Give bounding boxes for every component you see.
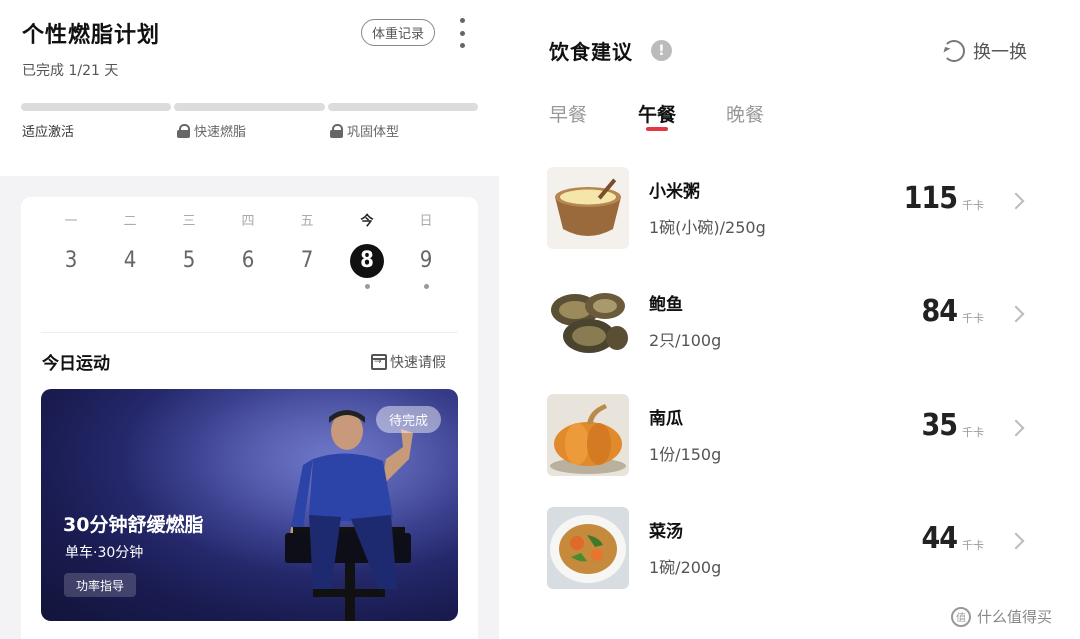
week-calendar: 一 3 二 4 三 5 四 6 五 7 今 8 日 9 — [41, 211, 458, 301]
workout-card[interactable]: 待完成 30分钟舒缓燃脂 单车·30分钟 功率指导 — [41, 389, 458, 621]
day-name: 三 — [182, 214, 196, 229]
day-mon[interactable]: 一 3 — [41, 211, 101, 278]
food-amount: 1份/150g — [649, 445, 722, 464]
vegetable-soup-image — [547, 507, 629, 589]
kcal-unit: 千卡 — [962, 539, 984, 552]
food-kcal: 44 — [921, 521, 958, 556]
food-kcal: 35 — [921, 408, 958, 443]
chevron-right-icon — [1007, 532, 1025, 550]
today-exercise-title: 今日运动 — [42, 354, 110, 374]
fat-burn-plan-panel: 个性燃脂计划 已完成 1/21 天 体重记录 适应激活 快速燃脂 巩固体型 一 … — [0, 0, 499, 639]
day-number: 8 — [350, 244, 384, 278]
swap-button[interactable]: 换一换 — [943, 38, 1027, 64]
food-name: 鲍鱼 — [649, 295, 683, 315]
food-kcal: 84 — [921, 294, 958, 329]
watermark-logo-icon: 值 — [951, 606, 971, 627]
stage-label: 快速燃脂 — [194, 125, 247, 140]
stage-label: 巩固体型 — [347, 125, 400, 140]
day-fri[interactable]: 五 7 — [277, 211, 337, 278]
refresh-icon — [943, 40, 965, 62]
activity-dot — [364, 284, 370, 289]
divider — [41, 332, 458, 333]
calendar-icon — [371, 354, 387, 370]
day-name: 五 — [300, 214, 314, 229]
day-name: 日 — [419, 214, 433, 229]
stage-consolidate[interactable]: 巩固体型 — [330, 121, 399, 140]
diet-title: 饮食建议 — [549, 40, 633, 64]
food-name: 小米粥 — [649, 182, 700, 202]
workout-meta: 单车·30分钟 — [65, 545, 144, 561]
power-guide-tag: 功率指导 — [64, 573, 137, 597]
day-wed[interactable]: 三 5 — [159, 211, 219, 278]
stage-bar — [21, 103, 172, 111]
day-name: 今 — [360, 214, 374, 229]
workout-name: 30分钟舒缓燃脂 — [63, 514, 204, 536]
activity-dot — [423, 284, 429, 289]
tab-lunch[interactable]: 午餐 — [638, 100, 676, 127]
plan-title: 个性燃脂计划 — [22, 23, 161, 48]
chevron-right-icon — [1007, 305, 1025, 323]
food-item[interactable]: 南瓜 1份/150g 35 千卡 — [547, 394, 1047, 476]
kcal-unit: 千卡 — [962, 199, 984, 212]
stage-labels: 适应激活 快速燃脂 巩固体型 — [22, 121, 482, 141]
plan-header: 个性燃脂计划 已完成 1/21 天 体重记录 适应激活 快速燃脂 巩固体型 — [0, 0, 499, 176]
day-number: 4 — [123, 248, 137, 273]
tab-breakfast[interactable]: 早餐 — [549, 100, 587, 127]
diet-panel: 饮食建议 ! 换一换 早餐 午餐 晚餐 小米粥 1碗(小碗)/250g 115 … — [499, 0, 1080, 639]
day-sun[interactable]: 日 9 — [396, 211, 456, 289]
lock-icon — [330, 123, 343, 138]
daily-card: 一 3 二 4 三 5 四 6 五 7 今 8 日 9 今日运动 → 快速请假 … — [21, 197, 478, 639]
tab-dinner[interactable]: 晚餐 — [726, 100, 764, 127]
food-item[interactable]: 菜汤 1碗/200g 44 千卡 — [547, 507, 1047, 589]
quick-leave-button[interactable]: 快速请假 — [371, 352, 446, 372]
plan-progress: 已完成 1/21 天 — [22, 63, 119, 79]
chevron-right-icon — [1007, 192, 1025, 210]
day-number: 5 — [182, 248, 196, 273]
swap-label: 换一换 — [973, 42, 1027, 63]
weight-record-button[interactable]: 体重记录 — [361, 19, 435, 46]
day-number: 6 — [241, 248, 255, 273]
day-number: 9 — [419, 248, 433, 273]
day-name: 二 — [123, 214, 137, 229]
day-number: 7 — [300, 248, 314, 273]
day-thu[interactable]: 四 6 — [218, 211, 278, 278]
watermark: 值 什么值得买 — [951, 606, 1052, 627]
stage-fast-burn[interactable]: 快速燃脂 — [177, 121, 246, 140]
stage-progress-bars — [21, 103, 478, 111]
quick-leave-label: 快速请假 — [390, 355, 446, 371]
food-amount: 2只/100g — [649, 331, 722, 350]
pumpkin-image — [547, 394, 629, 476]
status-badge: 待完成 — [376, 406, 441, 433]
abalone-image — [547, 280, 629, 362]
day-today[interactable]: 今 8 — [337, 211, 397, 289]
food-amount: 1碗/200g — [649, 558, 722, 577]
food-item[interactable]: 小米粥 1碗(小碗)/250g 115 千卡 — [547, 167, 1047, 249]
lock-icon — [177, 123, 190, 138]
millet-porridge-image — [547, 167, 629, 249]
more-options-icon[interactable] — [456, 18, 468, 48]
day-name: 四 — [241, 214, 255, 229]
food-item[interactable]: 鲍鱼 2只/100g 84 千卡 — [547, 280, 1047, 362]
food-name: 菜汤 — [649, 522, 683, 542]
day-name: 一 — [64, 214, 78, 229]
food-kcal: 115 — [903, 181, 958, 216]
active-tab-indicator — [646, 127, 668, 131]
kcal-unit: 千卡 — [962, 312, 984, 325]
day-tue[interactable]: 二 4 — [100, 211, 160, 278]
watermark-text: 什么值得买 — [977, 608, 1053, 626]
info-icon[interactable]: ! — [651, 40, 672, 61]
food-name: 南瓜 — [649, 409, 683, 429]
kcal-unit: 千卡 — [962, 426, 984, 439]
day-number: 3 — [64, 248, 78, 273]
stage-bar — [327, 103, 478, 111]
stage-adapt[interactable]: 适应激活 — [22, 121, 74, 140]
stage-bar — [174, 103, 325, 111]
chevron-right-icon — [1007, 419, 1025, 437]
stage-label: 适应激活 — [22, 125, 75, 140]
food-amount: 1碗(小碗)/250g — [649, 218, 766, 237]
